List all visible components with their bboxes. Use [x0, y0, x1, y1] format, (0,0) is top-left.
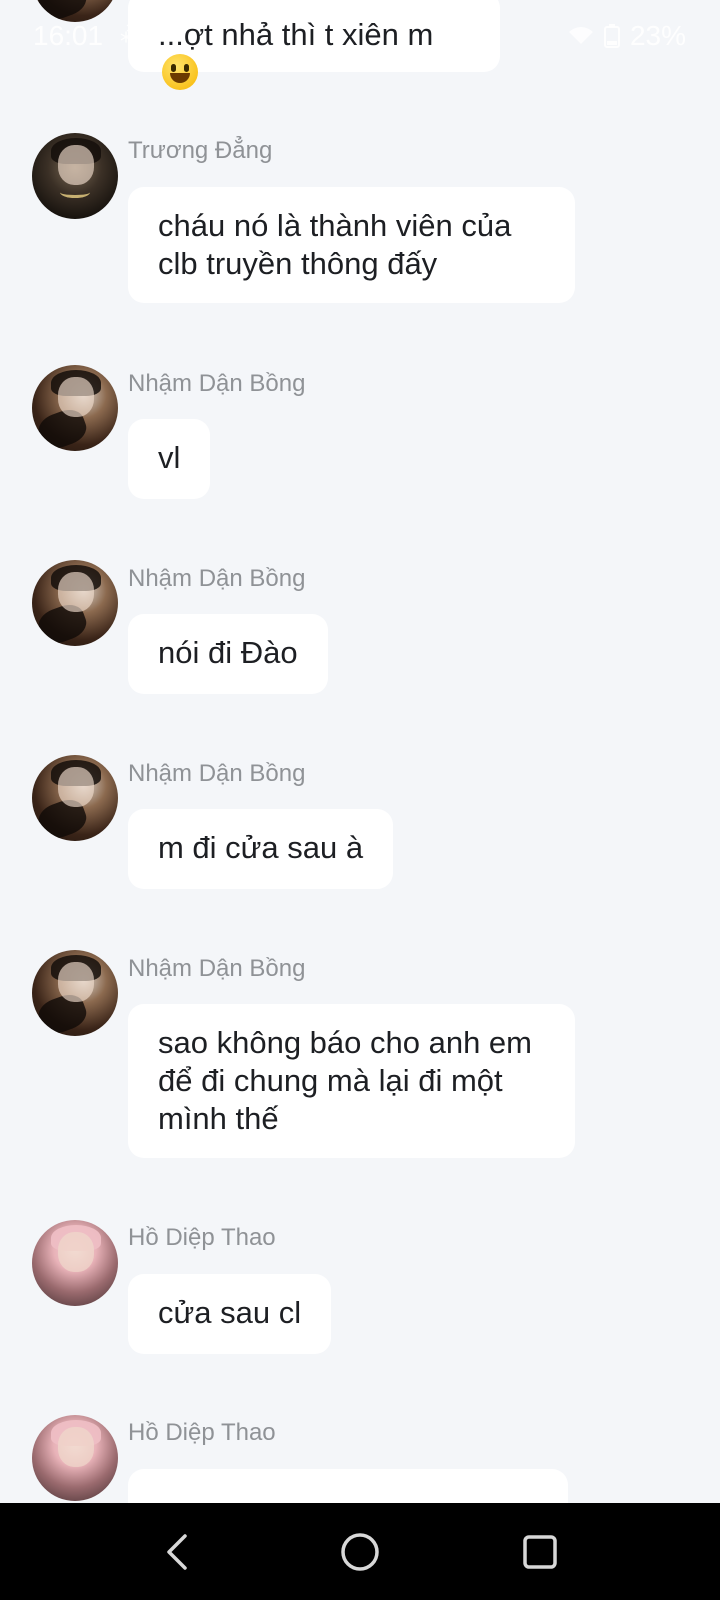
home-button[interactable]: [333, 1525, 387, 1579]
sender-name: Nhậm Dận Bồng: [128, 955, 306, 982]
message-bubble[interactable]: nói đi Đào: [128, 614, 328, 694]
recents-button[interactable]: [513, 1525, 567, 1579]
notification-icon: ⁂: [120, 21, 144, 48]
avatar[interactable]: [32, 1415, 118, 1501]
sender-name: Trương Đẳng: [128, 137, 273, 164]
wifi-icon: [568, 26, 594, 46]
avatar[interactable]: [32, 755, 118, 841]
battery-percent: 23%: [629, 20, 686, 51]
avatar[interactable]: [32, 365, 118, 451]
avatar[interactable]: [32, 560, 118, 646]
message-bubble[interactable]: vl: [128, 419, 211, 499]
message-bubble[interactable]: cháu nó là thành viên của clb truyền thô…: [128, 187, 575, 303]
message-text: cửa sau cl: [158, 1295, 302, 1330]
message-text: vl: [158, 440, 181, 475]
avatar[interactable]: [32, 950, 118, 1036]
battery-icon: [603, 24, 620, 48]
sender-name: Nhậm Dận Bồng: [128, 760, 306, 787]
message-bubble[interactable]: [128, 1469, 568, 1503]
back-icon: [167, 1534, 187, 1570]
message-text: m đi cửa sau à: [158, 830, 364, 865]
sender-name: Nhậm Dận Bồng: [128, 565, 306, 592]
message-bubble[interactable]: m đi cửa sau à: [128, 809, 394, 889]
sender-name: Hồ Diệp Thao: [128, 1419, 276, 1446]
message-text: cháu nó là thành viên của clb truyền thô…: [158, 208, 512, 281]
back-button[interactable]: [150, 1525, 204, 1579]
sender-name: Nhậm Dận Bồng: [128, 370, 306, 397]
navigation-bar: [0, 1503, 720, 1600]
home-icon: [341, 1533, 379, 1571]
message-text: nói đi Đào: [158, 635, 298, 670]
sender-name: Hồ Diệp Thao: [128, 1224, 276, 1251]
message-bubble[interactable]: sao không báo cho anh em để đi chung mà …: [128, 1004, 575, 1158]
avatar[interactable]: [32, 133, 118, 219]
recents-icon: [523, 1535, 557, 1569]
status-time: 16:01: [33, 20, 104, 51]
status-bar: 16:01 ⁂ 23%: [0, 0, 720, 70]
message-bubble[interactable]: cửa sau cl: [128, 1274, 332, 1354]
avatar[interactable]: [32, 1220, 118, 1306]
message-text: sao không báo cho anh em để đi chung mà …: [158, 1025, 532, 1136]
chat-message-list[interactable]: ...ợt nhả thì t xiên m Trương Đẳng cháu …: [0, 0, 720, 1503]
